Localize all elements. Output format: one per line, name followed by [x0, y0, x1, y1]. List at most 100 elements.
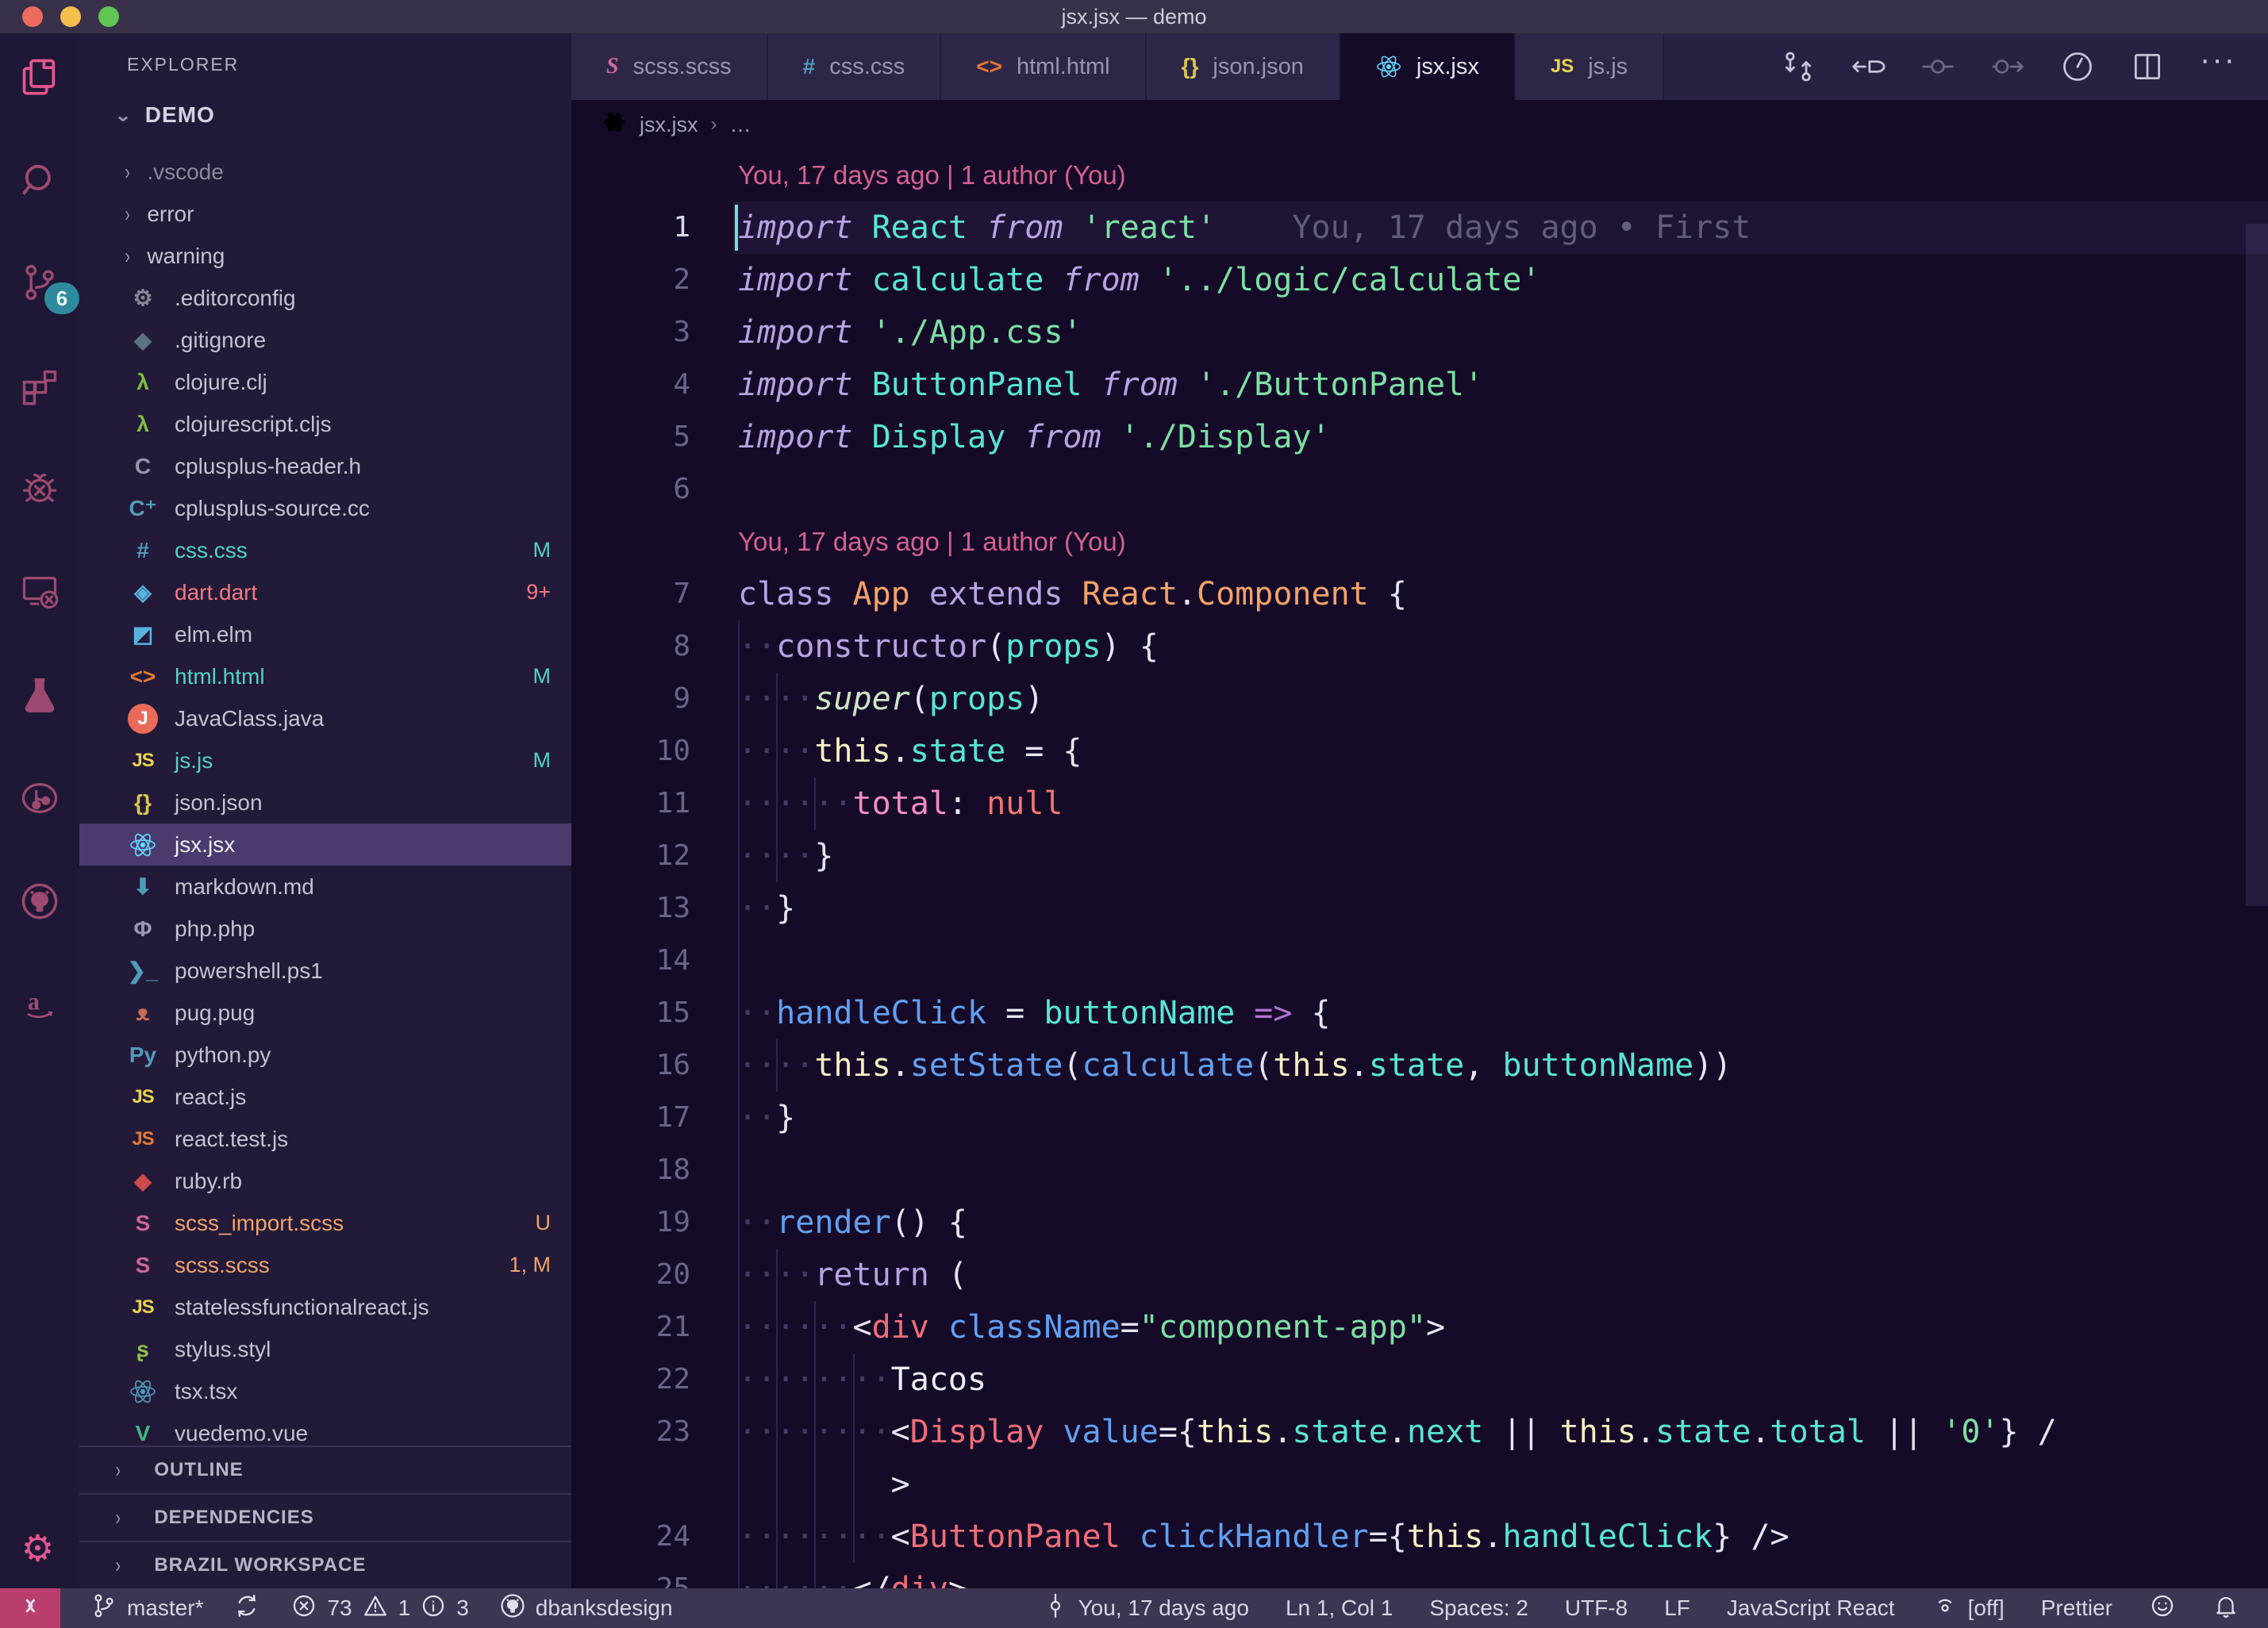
tree-item-statelessfunctionalreact-js[interactable]: JSstatelessfunctionalreact.js — [79, 1286, 571, 1328]
code-line-23[interactable]: 23········<Display value={this.state.nex… — [571, 1406, 2268, 1458]
tree-item-html-html[interactable]: <>html.htmlM — [79, 655, 571, 697]
tree-item-react-test-js[interactable]: JSreact.test.js — [79, 1118, 571, 1160]
code-line-8[interactable]: 8··constructor(props) { — [571, 620, 2268, 673]
code-line-16[interactable]: 16····this.setState(calculate(this.state… — [571, 1039, 2268, 1092]
code-line-7[interactable]: 7class App extends React.Component { — [571, 568, 2268, 620]
section-dependencies[interactable]: ›DEPENDENCIES — [79, 1493, 571, 1541]
status-git-branch[interactable]: master* — [90, 1592, 203, 1625]
status-indentation[interactable]: Spaces: 2 — [1429, 1595, 1528, 1621]
tab-html-html[interactable]: <>html.html — [941, 33, 1146, 100]
tree-item-ruby-rb[interactable]: ◆ruby.rb — [79, 1160, 571, 1202]
code-line-19[interactable]: 19··render() { — [571, 1196, 2268, 1249]
status-feedback[interactable] — [2149, 1592, 2176, 1625]
tree-item-clojurescript-cljs[interactable]: λclojurescript.cljs — [79, 403, 571, 445]
status-formatter[interactable]: Prettier — [2041, 1595, 2112, 1621]
tree-item--gitignore[interactable]: ◆.gitignore — [79, 319, 571, 361]
tree-item--editorconfig[interactable]: ⚙.editorconfig — [79, 277, 571, 319]
tree-item-react-js[interactable]: JSreact.js — [79, 1076, 571, 1118]
tree-item-scss-import-scss[interactable]: Sscss_import.scssU — [79, 1202, 571, 1244]
status-github-account[interactable]: dbanksdesign — [499, 1592, 673, 1625]
code-line-5[interactable]: 5import Display from './Display' — [571, 411, 2268, 463]
tab-jsx-jsx[interactable]: jsx.jsx — [1340, 33, 1516, 100]
settings-gear-button[interactable]: ⚙ — [0, 1526, 79, 1574]
activity-aws[interactable]: a — [17, 984, 62, 1028]
code-line-12[interactable]: 12····} — [571, 830, 2268, 882]
tree-item-dart-dart[interactable]: ◈dart.dart9+ — [79, 571, 571, 613]
git-compare-icon[interactable] — [1781, 49, 1816, 84]
status-screencast-mode[interactable]: [off] — [1932, 1592, 2005, 1625]
tree-item-error[interactable]: ›error — [79, 193, 571, 235]
activity-search[interactable] — [17, 159, 62, 203]
code-line-6[interactable]: 6 — [571, 463, 2268, 516]
tree-item-pug-pug[interactable]: ᴥpug.pug — [79, 992, 571, 1034]
activity-github[interactable] — [17, 881, 62, 925]
activity-extensions[interactable] — [17, 365, 62, 409]
code-line-13[interactable]: 13··} — [571, 882, 2268, 935]
window-controls[interactable] — [22, 0, 119, 33]
split-editor-icon[interactable] — [2130, 49, 2165, 84]
code-line-1[interactable]: 1import React from 'react'You, 17 days a… — [571, 202, 2268, 254]
open-changes-prev-icon[interactable] — [1851, 49, 1886, 84]
code-line-18[interactable]: 18 — [571, 1144, 2268, 1196]
code-line-22[interactable]: 22········Tacos — [571, 1353, 2268, 1406]
code-line-wrap[interactable]: ········> — [571, 1458, 2268, 1511]
tree-item--vscode[interactable]: ›.vscode — [79, 151, 571, 193]
tree-item-cplusplus-header-h[interactable]: Ccplusplus-header.h — [79, 445, 571, 487]
status-cursor-position[interactable]: Ln 1, Col 1 — [1286, 1595, 1393, 1621]
tree-item-elm-elm[interactable]: ◩elm.elm — [79, 613, 571, 655]
code-line-25[interactable]: 25······</div> — [571, 1563, 2268, 1588]
tree-item-powershell-ps1[interactable]: ❯_powershell.ps1 — [79, 950, 571, 992]
tree-item-vuedemo-vue[interactable]: Vvuedemo.vue — [79, 1412, 571, 1446]
tree-item-markdown-md[interactable]: ⬇markdown.md — [79, 866, 571, 908]
status-language-mode[interactable]: JavaScript React — [1727, 1595, 1895, 1621]
tree-item-js-js[interactable]: JSjs.jsM — [79, 739, 571, 781]
tree-item-python-py[interactable]: Pypython.py — [79, 1034, 571, 1076]
status-problems[interactable]: 7313 — [290, 1592, 468, 1625]
activity-remote-explorer[interactable] — [17, 571, 62, 616]
activity-gitlens[interactable] — [17, 778, 62, 822]
tree-item-jsx-jsx[interactable]: jsx.jsx — [79, 824, 571, 866]
status-eol[interactable]: LF — [1664, 1595, 1690, 1621]
breadcrumb-more[interactable]: … — [730, 113, 752, 137]
tree-item-css-css[interactable]: #css.cssM — [79, 529, 571, 571]
tree-item-php-php[interactable]: Φphp.php — [79, 908, 571, 950]
tree-item-json-json[interactable]: {}json.json — [79, 781, 571, 824]
code-editor[interactable]: You, 17 days ago | 1 author (You)1import… — [571, 149, 2268, 1588]
activity-testing[interactable] — [17, 674, 62, 719]
tab-css-css[interactable]: #css.css — [768, 33, 942, 100]
section-brazil-workspace[interactable]: ›BRAZIL WORKSPACE — [79, 1541, 571, 1588]
tree-item-tsx-tsx[interactable]: tsx.tsx — [79, 1370, 571, 1412]
tree-root-demo[interactable]: ⌄ DEMO — [79, 75, 571, 136]
code-line-3[interactable]: 3import './App.css' — [571, 306, 2268, 359]
breadcrumb-file[interactable]: jsx.jsx — [640, 113, 698, 137]
tab-scss-scss[interactable]: Sscss.scss — [571, 33, 768, 100]
code-line-2[interactable]: 2import calculate from '../logic/calcula… — [571, 254, 2268, 306]
tree-item-warning[interactable]: ›warning — [79, 235, 571, 277]
open-changes-next-icon[interactable] — [1990, 49, 2025, 84]
code-line-24[interactable]: 24········<ButtonPanel clickHandler={thi… — [571, 1511, 2268, 1563]
editor-scrollbar[interactable] — [2246, 224, 2268, 906]
heatmap-icon[interactable] — [2060, 49, 2095, 84]
activity-debug[interactable] — [17, 468, 62, 513]
activity-source-control[interactable]: 6 — [17, 262, 62, 306]
tab-js-js[interactable]: JSjs.js — [1516, 33, 1664, 100]
code-line-15[interactable]: 15··handleClick = buttonName => { — [571, 987, 2268, 1039]
activity-explorer[interactable] — [17, 56, 62, 100]
tree-item-clojure-clj[interactable]: λclojure.clj — [79, 361, 571, 403]
close-window-icon[interactable] — [22, 6, 43, 27]
code-line-20[interactable]: 20····return ( — [571, 1249, 2268, 1301]
code-line-14[interactable]: 14 — [571, 935, 2268, 987]
minimize-window-icon[interactable] — [60, 6, 81, 27]
breadcrumb[interactable]: jsx.jsx › … — [571, 100, 2268, 149]
tree-item-stylus-styl[interactable]: ʂstylus.styl — [79, 1328, 571, 1370]
maximize-window-icon[interactable] — [98, 6, 119, 27]
status-sync[interactable] — [233, 1592, 260, 1625]
code-line-10[interactable]: 10····this.state = { — [571, 725, 2268, 778]
code-line-21[interactable]: 21······<div className="component-app"> — [571, 1301, 2268, 1353]
tab-json-json[interactable]: {}json.json — [1147, 33, 1340, 100]
code-line-9[interactable]: 9····super(props) — [571, 673, 2268, 725]
tree-item-cplusplus-source-cc[interactable]: C⁺cplusplus-source.cc — [79, 487, 571, 529]
code-line-11[interactable]: 11······total: null — [571, 778, 2268, 830]
section-outline[interactable]: ›OUTLINE — [79, 1446, 571, 1493]
change-icon[interactable] — [1920, 49, 1955, 84]
